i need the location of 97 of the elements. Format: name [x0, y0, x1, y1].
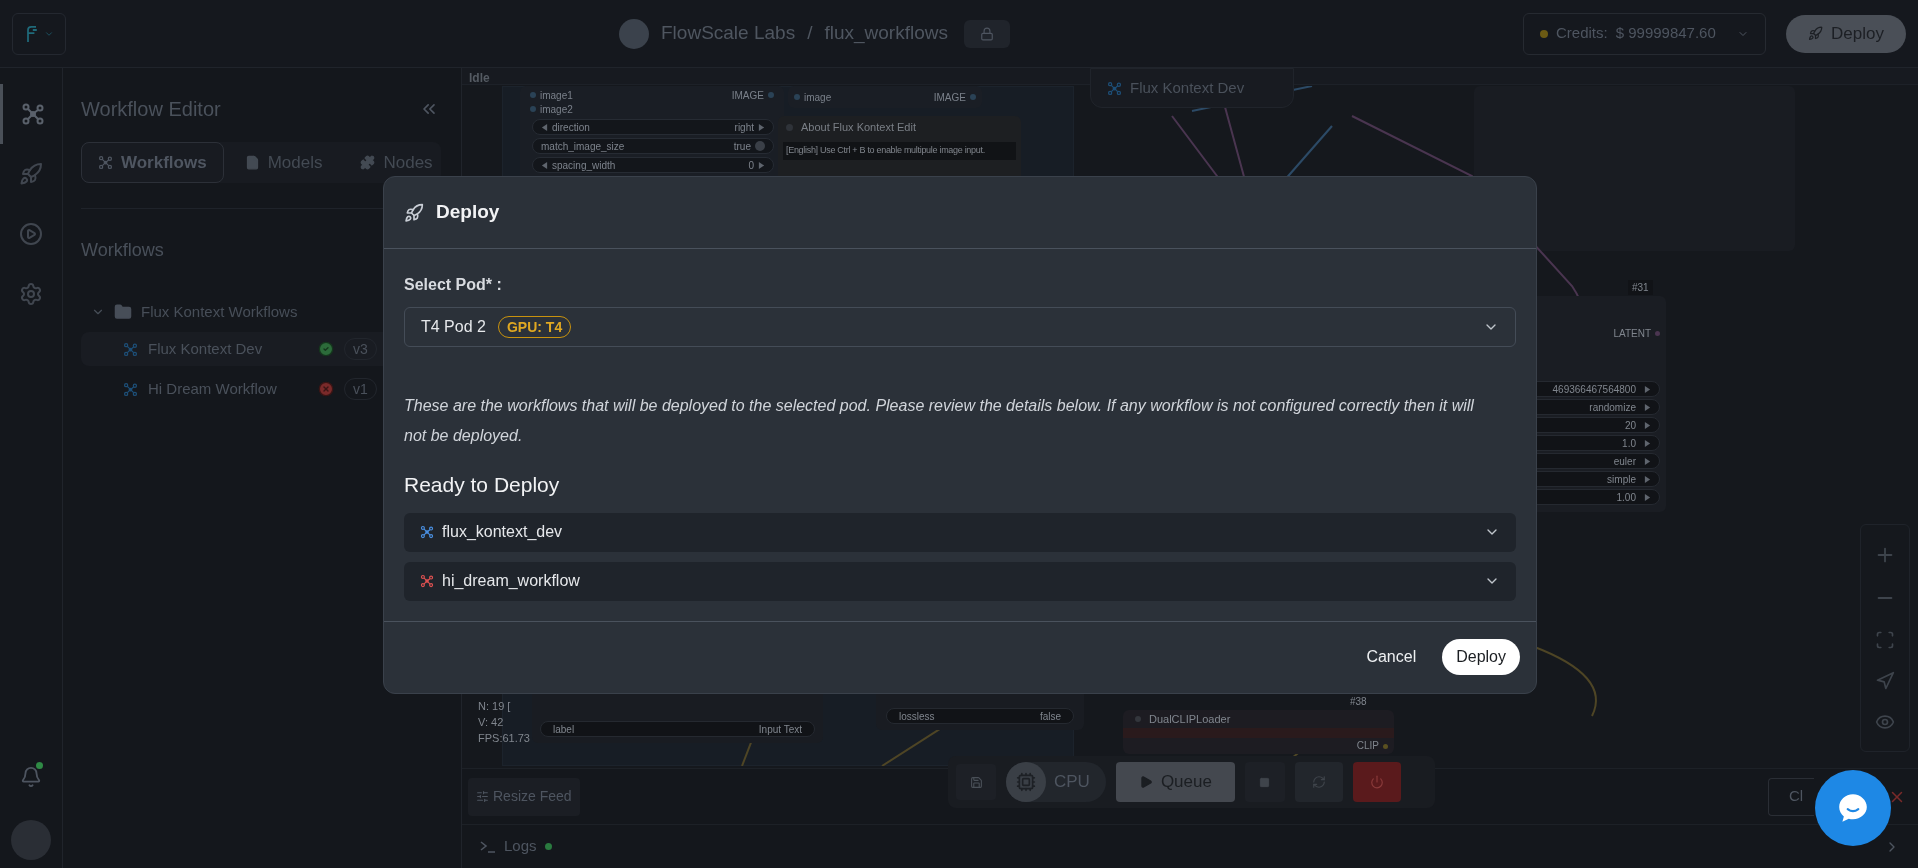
folder-icon — [113, 303, 133, 321]
breadcrumb-separator: / — [807, 21, 813, 46]
stop-button[interactable] — [1244, 762, 1285, 802]
node-id-label: #38 — [1350, 696, 1367, 708]
file-icon — [244, 155, 260, 170]
output-slot[interactable]: LATENT — [1613, 326, 1660, 341]
close-button[interactable]: Cl — [1768, 777, 1814, 816]
note-title: About Flux Kontext Edit — [801, 119, 916, 135]
widget-label: spacing_width — [552, 158, 617, 173]
render-stat: N: 19 [ — [478, 699, 512, 714]
render-stat: FPS:61.73 — [478, 731, 530, 746]
right-arrow-icon[interactable] — [1644, 421, 1651, 429]
chat-icon — [1836, 791, 1870, 825]
widget-label: match_image_size — [541, 139, 626, 154]
error-circle-icon — [318, 381, 334, 397]
refresh-icon — [1311, 775, 1326, 789]
info-text: These are the workflows that will be deployed to the selected pod. Please review the details below. If any workflow is not configured correctly then it will not be deployed. — [404, 396, 1475, 446]
rocket-icon — [404, 202, 424, 223]
left-arrow-icon[interactable] — [541, 161, 548, 169]
cancel-button[interactable]: Cancel — [1366, 645, 1417, 669]
workflow-name: Hi Dream Workflow — [148, 378, 278, 399]
toggle-knob-icon — [755, 141, 765, 151]
fit-view-icon[interactable] — [1875, 629, 1895, 650]
lock-button[interactable] — [963, 19, 1010, 48]
node-widget[interactable]: label Input Text — [540, 721, 815, 737]
output-slot[interactable]: IMAGE — [731, 88, 774, 102]
input-slot[interactable]: image — [794, 89, 832, 105]
play-circle-icon — [19, 222, 43, 246]
right-arrow-icon[interactable] — [1644, 403, 1651, 411]
node-widget[interactable]: match_image_size true — [532, 138, 774, 154]
field-label: Select Pod* : — [404, 275, 503, 295]
status-label: Idle — [469, 70, 490, 87]
widget-label: direction — [552, 120, 591, 135]
node-graph-icon — [1107, 80, 1122, 96]
save-icon — [969, 775, 983, 789]
user-avatar[interactable] — [11, 820, 51, 860]
workflow-row[interactable]: hi_dream_workflow — [404, 561, 1516, 601]
render-stat: V: 42 — [478, 715, 505, 730]
workflow-row[interactable]: flux_kontext_dev — [404, 512, 1516, 552]
logs-label: Logs — [504, 836, 537, 857]
lock-icon — [979, 26, 994, 41]
right-arrow-icon[interactable] — [1644, 475, 1651, 483]
right-arrow-icon[interactable] — [758, 161, 765, 169]
section-title: Workflows — [81, 239, 165, 262]
widget-value: right — [734, 120, 754, 135]
check-circle-icon — [318, 341, 334, 357]
node-id-label: #31 — [1628, 280, 1653, 295]
input-slot[interactable]: image2 — [530, 102, 573, 116]
right-arrow-icon[interactable] — [1644, 439, 1651, 447]
sliders-icon — [476, 790, 489, 803]
note-text: [English] Use Ctrl + B to enable multipule image input. — [783, 142, 1016, 160]
widget-value: true — [733, 139, 751, 154]
rocket-icon — [1808, 26, 1824, 41]
node-graph-icon — [20, 102, 45, 126]
node-widget[interactable]: lossless false — [886, 708, 1074, 724]
terminal-icon — [480, 840, 496, 853]
play-icon — [1138, 775, 1153, 789]
settings-icon — [19, 282, 43, 306]
workflow-name: Flux Kontext Dev — [148, 338, 264, 359]
node-graph-icon — [123, 381, 138, 397]
navigation-arrow-icon[interactable] — [1875, 671, 1895, 692]
org-name: FlowScale Labs — [661, 21, 796, 46]
rocket-icon — [19, 162, 43, 186]
node-widget[interactable]: spacing_width 0 — [532, 157, 774, 173]
section-heading: Ready to Deploy — [404, 472, 561, 498]
pod-select[interactable]: T4 Pod 2 GPU: T4 — [404, 307, 1516, 347]
folder-label: Flux Kontext Workflows — [141, 301, 298, 322]
dialog-title: Deploy — [436, 200, 500, 225]
node-graph-icon — [123, 341, 138, 357]
org-logo-icon — [619, 18, 649, 49]
app-logo-button[interactable] — [12, 12, 66, 55]
output-slot[interactable]: CLIP — [1356, 740, 1388, 752]
right-arrow-icon[interactable] — [1644, 385, 1651, 393]
output-slot[interactable]: IMAGE — [933, 89, 976, 105]
save-button[interactable] — [956, 764, 996, 800]
right-arrow-icon[interactable] — [758, 123, 765, 131]
puzzle-icon — [360, 155, 376, 170]
right-arrow-icon[interactable] — [1644, 493, 1651, 501]
power-button[interactable] — [1352, 762, 1401, 802]
graph-node[interactable]: DualCLIPLoader CLIP — [1123, 710, 1394, 754]
node-graph-icon — [98, 155, 113, 170]
node-title: DualCLIPLoader — [1149, 711, 1231, 727]
bell-icon — [20, 766, 42, 788]
stop-icon — [1259, 776, 1271, 788]
left-arrow-icon[interactable] — [541, 123, 548, 131]
chip-icon — [1016, 772, 1036, 792]
credits-label: Credits: — [1556, 23, 1608, 44]
credits-value: $ 99999847.60 — [1615, 23, 1717, 44]
right-arrow-icon[interactable] — [1644, 457, 1651, 465]
project-name: flux_workflows — [824, 21, 948, 46]
input-slot[interactable]: image1 — [530, 88, 573, 102]
refresh-button[interactable] — [1294, 762, 1343, 802]
deploy-confirm-button[interactable]: Deploy — [1442, 639, 1520, 675]
node-widget[interactable]: direction right — [532, 119, 774, 135]
power-icon — [1369, 775, 1384, 789]
widget-value: 0 — [748, 158, 754, 173]
sidebar-title: Workflow Editor — [81, 97, 221, 122]
